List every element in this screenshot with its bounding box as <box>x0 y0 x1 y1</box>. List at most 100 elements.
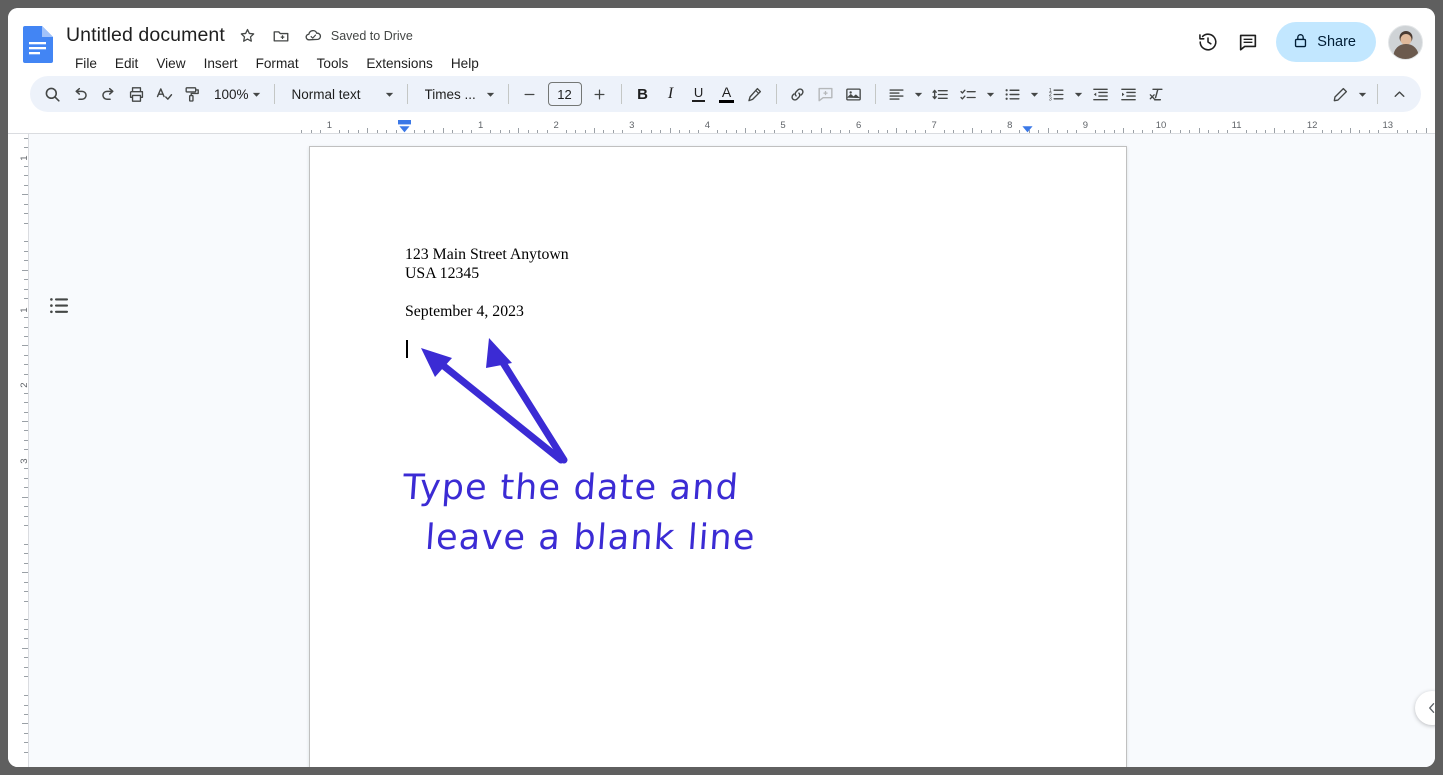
text-color-button[interactable]: A <box>713 80 741 108</box>
ruler-tick <box>24 516 28 517</box>
share-button[interactable]: Share <box>1276 22 1376 62</box>
comment-icon[interactable] <box>1228 22 1268 62</box>
align-left-icon[interactable] <box>883 80 911 108</box>
insert-image-icon[interactable] <box>840 80 868 108</box>
redo-icon[interactable] <box>94 80 122 108</box>
ruler-label: 3 <box>19 458 30 463</box>
ruler-label: 4 <box>705 120 710 131</box>
ruler-tick <box>24 204 28 205</box>
document-text[interactable]: 123 Main Street Anytown USA 12345 Septem… <box>405 245 1025 321</box>
increase-indent-icon[interactable] <box>1115 80 1143 108</box>
star-icon[interactable] <box>238 26 258 46</box>
numbered-list-icon[interactable]: 1 2 3 <box>1043 80 1071 108</box>
vertical-ruler[interactable]: 1123 <box>8 134 29 767</box>
ruler-ticks: 112345678910111213 <box>8 119 1435 134</box>
chevron-up-icon[interactable] <box>1385 80 1413 108</box>
app-header: Untitled document Saved to Drive <box>8 8 1435 76</box>
ruler-tick <box>24 506 28 507</box>
right-indent-marker[interactable] <box>1020 120 1035 133</box>
ruler-tick <box>24 742 28 743</box>
menu-format[interactable]: Format <box>247 54 308 73</box>
decrease-font-size-button[interactable] <box>516 80 544 108</box>
ruler-tick <box>24 553 28 554</box>
move-to-folder-icon[interactable] <box>271 26 291 46</box>
avatar[interactable] <box>1388 25 1423 60</box>
chevron-down-icon[interactable] <box>983 80 999 108</box>
text-color-glyph: A <box>719 85 734 103</box>
ruler-tick <box>22 723 28 724</box>
ruler-tick <box>24 393 28 394</box>
menu-file[interactable]: File <box>66 54 106 73</box>
toolbar-divider <box>274 84 275 104</box>
chevron-down-icon[interactable] <box>1354 80 1370 108</box>
underline-bar <box>692 100 705 102</box>
document-page[interactable]: 123 Main Street Anytown USA 12345 Septem… <box>309 146 1127 767</box>
version-history-icon[interactable] <box>1188 22 1228 62</box>
line-spacing-icon[interactable] <box>927 80 955 108</box>
decrease-indent-icon[interactable] <box>1087 80 1115 108</box>
cloud-saved-icon <box>304 26 324 46</box>
chevron-left-icon[interactable] <box>1415 691 1435 725</box>
ruler-tick <box>24 355 28 356</box>
ruler-tick <box>24 213 28 214</box>
menu-edit[interactable]: Edit <box>106 54 147 73</box>
add-comment-icon[interactable] <box>812 80 840 108</box>
editing-pencil-icon[interactable] <box>1326 80 1354 108</box>
insert-link-icon[interactable] <box>784 80 812 108</box>
paragraph-style-label: Normal text <box>292 87 382 102</box>
search-icon[interactable] <box>38 80 66 108</box>
ruler-label: 11 <box>1232 120 1242 131</box>
underline-label: U <box>694 86 703 99</box>
chevron-down-icon[interactable] <box>911 80 927 108</box>
ruler-tick <box>24 166 28 167</box>
chevron-down-icon[interactable] <box>1071 80 1087 108</box>
menu-view[interactable]: View <box>147 54 194 73</box>
underline-glyph: U <box>692 86 705 102</box>
menu-tools[interactable]: Tools <box>308 54 358 73</box>
ruler-tick <box>22 421 28 422</box>
document-outline-icon[interactable] <box>48 295 72 317</box>
ruler-label: 1 <box>327 120 332 131</box>
toolbar-divider <box>1377 84 1378 104</box>
menu-extensions[interactable]: Extensions <box>357 54 442 73</box>
menu-bar: File Edit View Insert Format Tools Exten… <box>66 54 488 73</box>
paint-format-icon[interactable] <box>178 80 206 108</box>
bulleted-list-icon[interactable] <box>999 80 1027 108</box>
chevron-down-icon[interactable] <box>1027 80 1043 108</box>
zoom-level-selector[interactable]: 100% <box>206 80 267 108</box>
ruler-tick <box>24 582 28 583</box>
undo-icon[interactable] <box>66 80 94 108</box>
font-family-selector[interactable]: Times ... <box>415 80 501 108</box>
ruler-tick <box>22 572 28 573</box>
menu-help[interactable]: Help <box>442 54 488 73</box>
left-indent-marker[interactable] <box>397 120 412 133</box>
toolbar-divider <box>407 84 408 104</box>
chevron-down-icon <box>483 80 499 108</box>
docs-file-icon[interactable] <box>21 25 54 63</box>
print-icon[interactable] <box>122 80 150 108</box>
page-title[interactable]: Untitled document <box>66 24 225 47</box>
ruler-label: 1 <box>478 120 483 131</box>
ruler-tick <box>24 591 28 592</box>
spellcheck-icon[interactable] <box>150 80 178 108</box>
ruler-tick <box>24 279 28 280</box>
menu-insert[interactable]: Insert <box>195 54 247 73</box>
bold-button[interactable]: B <box>629 80 657 108</box>
checklist-icon[interactable] <box>955 80 983 108</box>
underline-button[interactable]: U <box>685 80 713 108</box>
doc-line-address-2: USA 12345 <box>405 264 1025 283</box>
clear-formatting-icon[interactable] <box>1143 80 1171 108</box>
doc-line-date: September 4, 2023 <box>405 302 1025 321</box>
ruler-tick <box>24 402 28 403</box>
italic-button[interactable]: I <box>657 80 685 108</box>
ruler-tick <box>24 449 28 450</box>
chevron-down-icon <box>382 80 398 108</box>
font-size-input[interactable]: 12 <box>548 82 582 106</box>
ruler-tick <box>24 695 28 696</box>
ruler-tick <box>22 497 28 498</box>
ruler-tick <box>24 478 28 479</box>
increase-font-size-button[interactable] <box>586 80 614 108</box>
paragraph-style-selector[interactable]: Normal text <box>282 80 400 108</box>
highlight-pen-icon[interactable] <box>741 80 769 108</box>
horizontal-ruler[interactable]: 112345678910111213 <box>8 118 1435 134</box>
